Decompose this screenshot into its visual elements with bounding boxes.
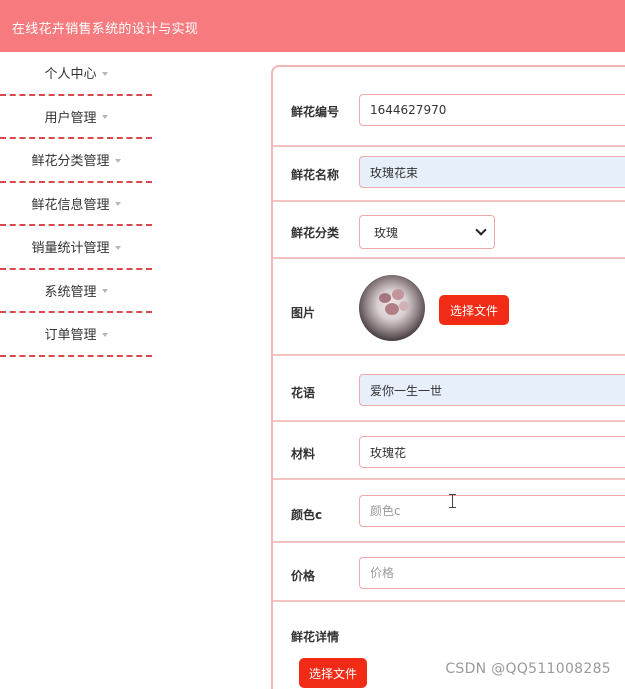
sidebar-item-system-management[interactable]: 系统管理: [0, 270, 152, 313]
sidebar-item-sales-stats-management[interactable]: 销量统计管理: [0, 226, 152, 270]
form-row-flower-language: 花语: [273, 356, 625, 422]
sidebar-item-label: 鲜花信息管理: [31, 197, 110, 213]
chevron-down-icon: [475, 224, 487, 236]
sidebar-item-flower-info-management[interactable]: 鲜花信息管理: [0, 183, 152, 226]
flower-name-label: 鲜花名称: [291, 168, 340, 182]
form-row-flower-name: 鲜花名称: [273, 147, 625, 202]
sidebar-item-user-management[interactable]: 用户管理: [0, 96, 152, 139]
sidebar-item-label: 订单管理: [44, 328, 97, 344]
flower-category-selected: 玫瑰: [374, 225, 399, 240]
caret-down-icon: [101, 332, 108, 337]
caret-down-icon: [114, 245, 121, 250]
material-input[interactable]: [359, 436, 625, 468]
sidebar-item-label: 销量统计管理: [31, 241, 110, 257]
form-row-flower-id: 鲜花编号: [273, 67, 625, 147]
sidebar-item-order-management[interactable]: 订单管理: [0, 313, 152, 357]
app-title: 在线花卉销售系统的设计与实现: [12, 22, 199, 37]
choose-image-file-button[interactable]: 选择文件: [439, 295, 509, 325]
flower-id-label: 鲜花编号: [291, 105, 340, 119]
text-cursor-icon: [449, 494, 456, 508]
color-input[interactable]: [359, 495, 625, 527]
material-label: 材料: [291, 447, 316, 461]
flower-thumbnail-image: [359, 275, 425, 341]
caret-down-icon: [114, 158, 121, 163]
app-window: 在线花卉销售系统的设计与实现 个人中心 用户管理 鲜花分类管理 鲜花信息管理 销…: [0, 0, 625, 689]
flower-language-input[interactable]: [359, 374, 625, 406]
image-label: 图片: [291, 306, 316, 320]
flower-language-label: 花语: [291, 386, 316, 400]
flower-category-label: 鲜花分类: [291, 226, 340, 240]
sidebar-item-flower-category-management[interactable]: 鲜花分类管理: [0, 139, 152, 183]
price-label: 价格: [291, 569, 316, 583]
watermark-text: CSDN @QQ511008285: [445, 661, 611, 677]
caret-down-icon: [101, 115, 108, 120]
caret-down-icon: [101, 71, 108, 76]
form-row-price: 价格: [273, 543, 625, 602]
form-row-flower-category: 鲜花分类 玫瑰: [273, 202, 625, 259]
sidebar-item-label: 个人中心: [44, 67, 97, 83]
sidebar-item-label: 鲜花分类管理: [31, 154, 110, 170]
choose-details-file-button[interactable]: 选择文件: [299, 658, 367, 688]
flower-category-select[interactable]: 玫瑰: [359, 215, 495, 249]
sidebar-item-label: 系统管理: [44, 284, 97, 300]
sidebar-item-label: 用户管理: [44, 110, 97, 126]
flower-id-input[interactable]: [359, 94, 625, 126]
details-label: 鲜花详情: [291, 630, 340, 644]
flower-form-panel: 鲜花编号 鲜花名称 鲜花分类 玫瑰 图片 选择文件 花语: [271, 65, 625, 689]
caret-down-icon: [101, 289, 108, 294]
form-row-color: 颜色c: [273, 480, 625, 543]
price-input[interactable]: [359, 557, 625, 589]
sidebar-item-personal-center[interactable]: 个人中心: [0, 52, 152, 96]
flower-name-input[interactable]: [359, 156, 625, 188]
sidebar: 个人中心 用户管理 鲜花分类管理 鲜花信息管理 销量统计管理 系统管理 订单管理: [0, 52, 152, 357]
header-bar: 在线花卉销售系统的设计与实现: [0, 0, 625, 52]
color-label: 颜色c: [291, 508, 323, 522]
form-row-material: 材料: [273, 422, 625, 480]
caret-down-icon: [114, 202, 121, 207]
form-row-image: 图片 选择文件: [273, 259, 625, 356]
